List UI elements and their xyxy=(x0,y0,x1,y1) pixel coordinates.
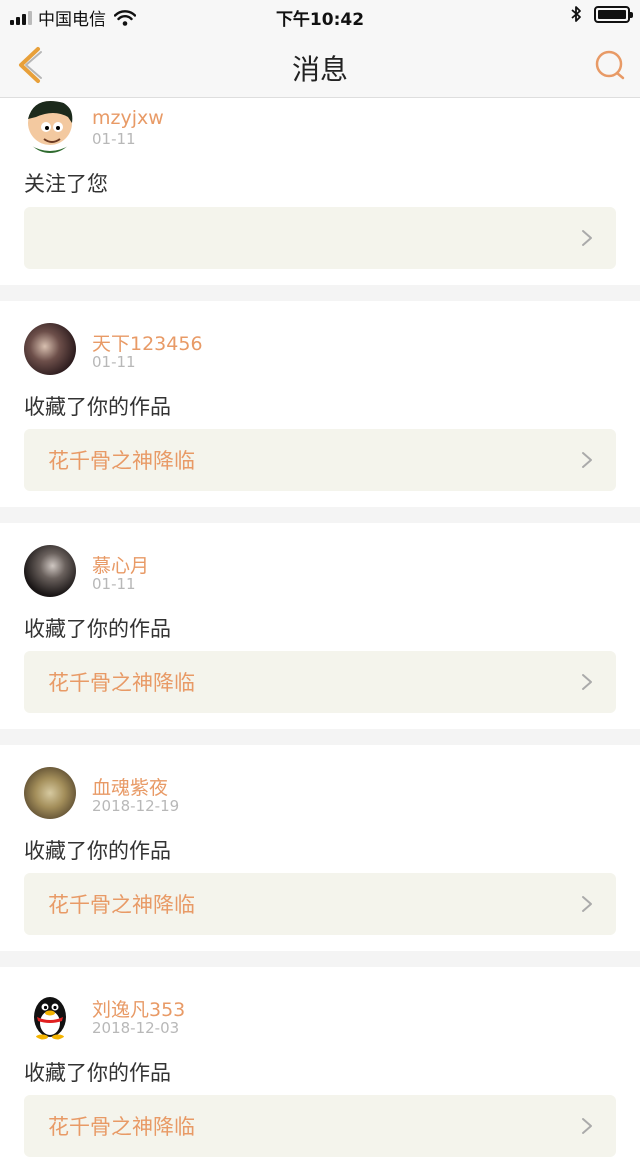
work-link[interactable] xyxy=(24,207,616,269)
username[interactable]: mzyjxw xyxy=(92,107,164,129)
message-card: mzyjxw 01-11 关注了您 xyxy=(0,99,640,285)
chevron-right-icon xyxy=(582,674,592,690)
avatar[interactable] xyxy=(24,323,76,375)
message-action: 收藏了你的作品 xyxy=(24,1061,171,1085)
divider xyxy=(0,951,640,967)
battery-icon xyxy=(594,5,633,23)
message-card: 慕心月 01-11 收藏了你的作品 花千骨之神降临 xyxy=(0,523,640,729)
message-card: 天下123456 01-11 收藏了你的作品 花千骨之神降临 xyxy=(0,301,640,507)
message-action: 收藏了你的作品 xyxy=(24,395,171,419)
divider xyxy=(0,729,640,745)
work-link[interactable]: 花千骨之神降临 xyxy=(24,1095,616,1157)
work-link[interactable]: 花千骨之神降临 xyxy=(24,429,616,491)
message-action: 收藏了你的作品 xyxy=(24,617,171,641)
avatar[interactable] xyxy=(24,99,76,153)
status-bar: 中国电信 下午10:42 xyxy=(0,0,640,32)
message-card: 刘逸凡353 2018-12-03 收藏了你的作品 花千骨之神降临 xyxy=(0,967,640,1173)
username[interactable]: 刘逸凡353 xyxy=(92,995,185,1022)
work-title: 花千骨之神降临 xyxy=(48,671,195,695)
divider xyxy=(0,507,640,523)
work-title: 花千骨之神降临 xyxy=(48,893,195,917)
divider xyxy=(0,285,640,301)
message-date: 01-11 xyxy=(92,353,136,371)
message-date: 2018-12-19 xyxy=(92,797,180,815)
message-date: 01-11 xyxy=(92,575,136,593)
page-title: 消息 xyxy=(291,53,348,86)
message-feed: mzyjxw 01-11 关注了您 天下123456 01-11 收藏了你的作品… xyxy=(0,99,640,1173)
chevron-right-icon xyxy=(582,896,592,912)
message-action: 关注了您 xyxy=(24,172,108,196)
chevron-right-icon xyxy=(582,452,592,468)
status-right xyxy=(570,5,633,23)
search-button[interactable] xyxy=(594,49,626,81)
clock: 下午10:42 xyxy=(275,10,365,30)
work-link[interactable]: 花千骨之神降临 xyxy=(24,651,616,713)
work-title: 花千骨之神降临 xyxy=(48,1115,195,1139)
message-date: 2018-12-03 xyxy=(92,1019,180,1037)
bluetooth-icon xyxy=(571,6,581,22)
chevron-right-icon xyxy=(582,230,592,246)
username[interactable]: 天下123456 xyxy=(92,329,203,356)
message-card: 血魂紫夜 2018-12-19 收藏了你的作品 花千骨之神降临 xyxy=(0,745,640,951)
penguin-icon xyxy=(34,997,66,1040)
message-action: 收藏了你的作品 xyxy=(24,839,171,863)
message-date: 01-11 xyxy=(92,130,136,148)
nav-bar: 消息 xyxy=(0,32,640,98)
avatar[interactable] xyxy=(24,767,76,819)
avatar[interactable] xyxy=(24,545,76,597)
username[interactable]: 血魂紫夜 xyxy=(92,773,168,800)
chevron-right-icon xyxy=(582,1118,592,1134)
work-link[interactable]: 花千骨之神降临 xyxy=(24,873,616,935)
work-title: 花千骨之神降临 xyxy=(48,449,195,473)
avatar[interactable] xyxy=(24,989,76,1041)
username[interactable]: 慕心月 xyxy=(92,551,149,578)
